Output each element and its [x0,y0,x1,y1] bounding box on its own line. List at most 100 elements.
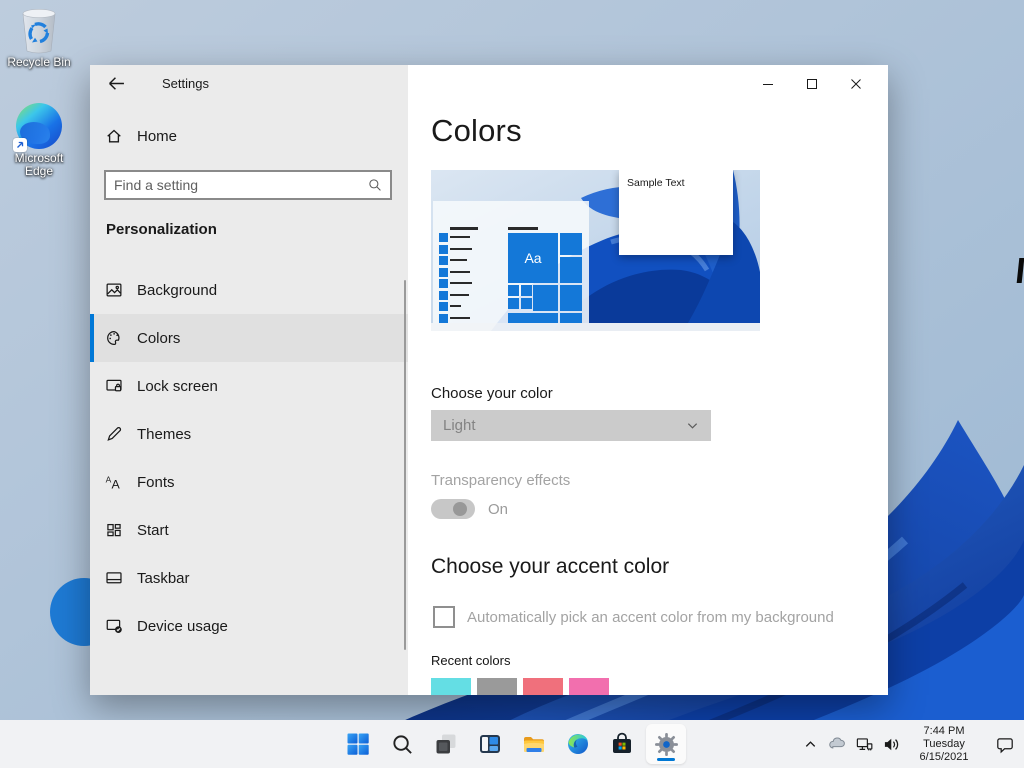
home-label: Home [137,128,177,145]
clock-time: 7:44 PM [913,725,975,738]
edge-icon [15,102,63,150]
microsoft-store-icon [610,732,634,756]
start-icon [105,521,123,539]
auto-accent-label: Automatically pick an accent color from … [467,609,834,626]
sidebar-item-label: Lock screen [137,378,218,395]
sidebar-item-label: Device usage [137,618,228,635]
color-mode-dropdown[interactable]: Light [431,410,711,441]
colors-preview-image: Aa Sample Text [431,170,760,331]
chevron-down-icon [686,419,699,432]
tray-volume-icon[interactable] [882,735,900,753]
tray-network-icon[interactable] [855,735,873,753]
sidebar-item-label: Taskbar [137,570,190,587]
recent-colors-label: Recent colors [431,653,510,668]
search-icon[interactable] [368,178,382,192]
themes-icon [105,425,123,443]
recent-colors-swatches [431,678,609,695]
window-controls [746,71,878,97]
sidebar-item-taskbar[interactable]: Taskbar [90,554,408,602]
sidebar-item-label: Colors [137,330,180,347]
search-button[interactable] [382,724,422,764]
sidebar-item-label: Start [137,522,169,539]
toggle-knob [453,502,467,516]
file-explorer-icon [522,732,546,756]
sidebar-item-background[interactable]: Background [90,266,408,314]
task-view-icon [434,732,458,756]
desktop-icon-recycle-bin[interactable]: Recycle Bin [2,6,76,69]
window-title: Settings [162,76,209,91]
search-input[interactable] [106,177,368,193]
sidebar-item-home[interactable]: Home [105,127,177,145]
home-icon [105,127,123,145]
sidebar-item-lock-screen[interactable]: Lock screen [90,362,408,410]
file-explorer-button[interactable] [514,724,554,764]
color-swatch-pink[interactable] [569,678,609,695]
recycle-bin-icon [15,6,63,54]
edge-button[interactable] [558,724,598,764]
sidebar-item-label: Fonts [137,474,175,491]
accent-color-heading: Choose your accent color [431,555,669,579]
colors-icon [105,329,123,347]
svg-text:A: A [112,477,121,491]
store-button[interactable] [602,724,642,764]
back-button[interactable] [105,73,127,93]
settings-content: Colors [408,65,888,695]
desktop-icon-label: Recycle Bin [2,56,76,69]
sidebar-item-themes[interactable]: Themes [90,410,408,458]
background-icon [105,281,123,299]
clock-day: Tuesday [913,738,975,751]
sidebar-item-start[interactable]: Start [90,506,408,554]
settings-sidebar: Settings Home Personalization [90,65,408,695]
settings-gear-icon [654,732,679,757]
widgets-icon [478,732,502,756]
search-box [104,170,392,200]
choose-color-label: Choose your color [431,385,553,402]
sidebar-section-heading: Personalization [106,221,217,238]
tray-chevron-up-icon[interactable] [801,735,819,753]
taskbar: 7:44 PM Tuesday 6/15/2021 [0,720,1024,768]
desktop-icon-label: Microsoft Edge [2,152,76,178]
preview-sample-card: Sample Text [619,170,733,255]
page-title: Colors [431,113,522,149]
system-tray: 7:44 PM Tuesday 6/15/2021 [801,720,1014,768]
dropdown-value: Light [443,417,476,434]
settings-button[interactable] [646,724,686,764]
sidebar-item-label: Themes [137,426,191,443]
sample-text: Sample Text [627,177,685,189]
widgets-button[interactable] [470,724,510,764]
lock-screen-icon [105,377,123,395]
transparency-toggle[interactable] [431,499,475,519]
start-button[interactable] [338,724,378,764]
windows-start-icon [346,732,370,756]
preview-taskbar [431,323,760,331]
search-icon [391,733,414,756]
sidebar-item-label: Background [137,282,217,299]
sidebar-item-device-usage[interactable]: Device usage [90,602,408,650]
taskbar-clock[interactable]: 7:44 PM Tuesday 6/15/2021 [909,725,979,764]
fonts-icon: A A [105,473,123,491]
transparency-label: Transparency effects [431,472,570,489]
desktop-icon-microsoft-edge[interactable]: Microsoft Edge [2,102,76,178]
color-swatch-gray[interactable] [477,678,517,695]
clock-date: 6/15/2021 [913,751,975,764]
close-button[interactable] [834,71,878,97]
notification-center-icon[interactable] [996,735,1014,753]
taskbar-icon [105,569,123,587]
edge-icon [566,732,590,756]
shortcut-arrow-icon [13,138,27,152]
task-view-button[interactable] [426,724,466,764]
toggle-state-label: On [488,501,508,518]
auto-accent-checkbox[interactable] [433,606,455,628]
sidebar-scrollbar[interactable] [404,280,406,650]
sidebar-item-fonts[interactable]: A A Fonts [90,458,408,506]
device-usage-icon [105,617,123,635]
sidebar-item-colors[interactable]: Colors [90,314,408,362]
color-swatch-salmon[interactable] [523,678,563,695]
sidebar-nav: Background Colors Lock screen [90,266,408,650]
minimize-button[interactable] [746,71,790,97]
preview-aa-tile: Aa [508,233,558,283]
maximize-button[interactable] [790,71,834,97]
settings-window: Settings Home Personalization [90,65,888,695]
color-swatch-turquoise[interactable] [431,678,471,695]
tray-onedrive-cloud-icon[interactable] [828,735,846,753]
